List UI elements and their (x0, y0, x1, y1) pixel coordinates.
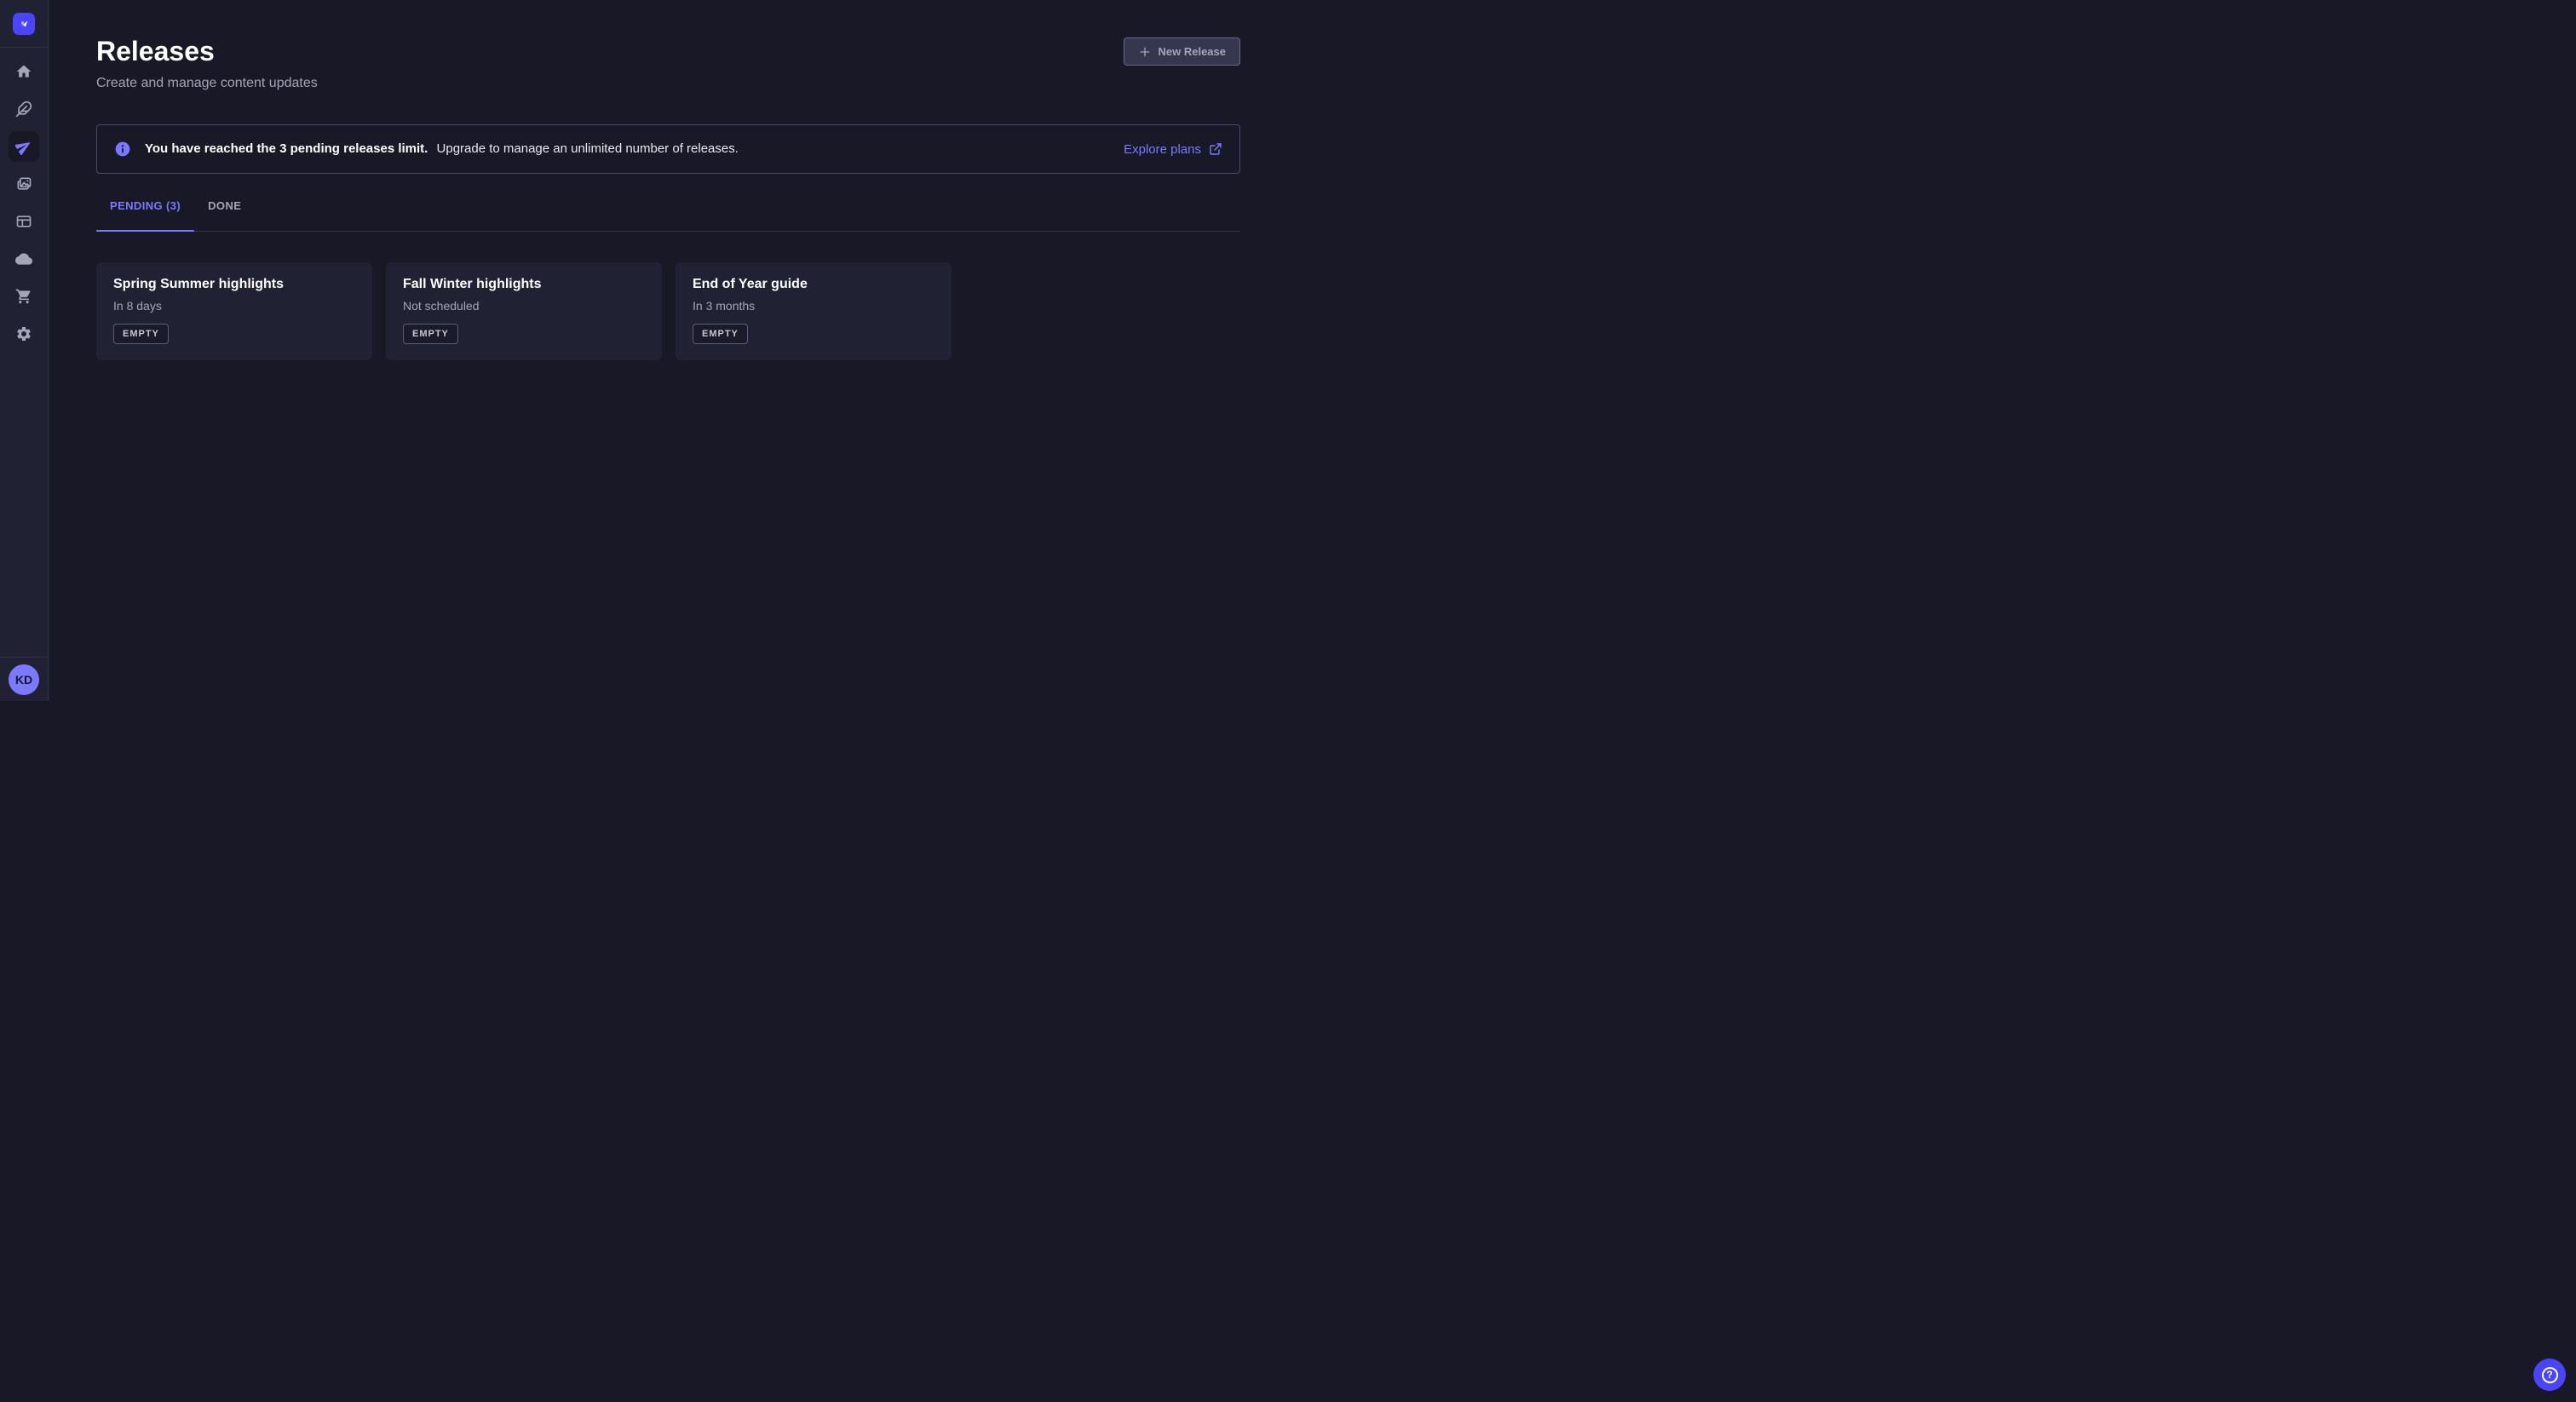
limit-banner-text: You have reached the 3 pending releases … (145, 141, 739, 158)
release-schedule: Not scheduled (403, 298, 645, 313)
sidebar-item-media-library[interactable] (9, 169, 39, 199)
strapi-logo[interactable] (13, 13, 35, 35)
release-schedule: In 3 months (693, 298, 934, 313)
sidebar-item-marketplace[interactable] (9, 281, 39, 312)
question-mark-icon: ? (2542, 1367, 2558, 1383)
release-card[interactable]: Spring Summer highlights In 8 days EMPTY (96, 262, 372, 360)
release-schedule: In 8 days (113, 298, 355, 313)
plus-icon (1138, 45, 1152, 59)
tabs-bar: PENDING (3) DONE (96, 187, 1240, 232)
page-subtitle: Create and manage content updates (96, 73, 318, 94)
release-card[interactable]: Fall Winter highlights Not scheduled EMP… (386, 262, 662, 360)
feather-icon (15, 101, 32, 118)
sidebar-item-content-type-builder[interactable] (9, 206, 39, 237)
limit-banner: You have reached the 3 pending releases … (96, 124, 1240, 174)
status-badge: EMPTY (403, 324, 458, 344)
sidebar-item-settings[interactable] (9, 319, 39, 349)
sidebar-item-deploy[interactable] (9, 244, 39, 274)
sidebar: KD (0, 0, 49, 701)
gear-icon (15, 325, 32, 342)
main-content: Releases Create and manage content updat… (49, 0, 1288, 701)
status-badge: EMPTY (693, 324, 748, 344)
sidebar-item-content-manager[interactable] (9, 94, 39, 124)
page-title: Releases (96, 34, 318, 68)
help-button[interactable]: ? (2533, 1359, 2566, 1391)
limit-banner-regular-text: Upgrade to manage an unlimited number of… (437, 141, 739, 156)
explore-plans-label: Explore plans (1124, 142, 1201, 157)
page-header-text: Releases Create and manage content updat… (96, 34, 318, 94)
info-icon (114, 141, 131, 158)
release-title: Spring Summer highlights (113, 275, 355, 294)
page-header: Releases Create and manage content updat… (96, 34, 1240, 94)
layout-icon (15, 213, 32, 230)
user-avatar[interactable]: KD (9, 664, 39, 695)
sidebar-item-releases[interactable] (9, 131, 39, 162)
sidebar-item-home[interactable] (9, 56, 39, 87)
cloud-icon (15, 250, 32, 267)
images-icon (15, 175, 32, 192)
sidebar-nav (0, 48, 48, 657)
status-badge: EMPTY (113, 324, 169, 344)
release-title: Fall Winter highlights (403, 275, 645, 294)
home-icon (15, 63, 32, 80)
new-release-button[interactable]: New Release (1124, 37, 1241, 66)
external-link-icon (1209, 142, 1222, 156)
releases-list: Spring Summer highlights In 8 days EMPTY… (96, 262, 1240, 360)
release-card[interactable]: End of Year guide In 3 months EMPTY (676, 262, 952, 360)
cart-icon (15, 288, 32, 305)
strapi-logo-icon (17, 17, 31, 31)
tab-done[interactable]: DONE (194, 187, 255, 231)
explore-plans-link[interactable]: Explore plans (1124, 142, 1222, 157)
paper-plane-icon (15, 138, 32, 155)
limit-banner-bold-text: You have reached the 3 pending releases … (145, 141, 428, 156)
tab-pending[interactable]: PENDING (3) (96, 187, 194, 231)
sidebar-footer: KD (0, 657, 48, 701)
logo-section (0, 0, 48, 48)
new-release-label: New Release (1159, 45, 1227, 58)
release-title: End of Year guide (693, 275, 934, 294)
